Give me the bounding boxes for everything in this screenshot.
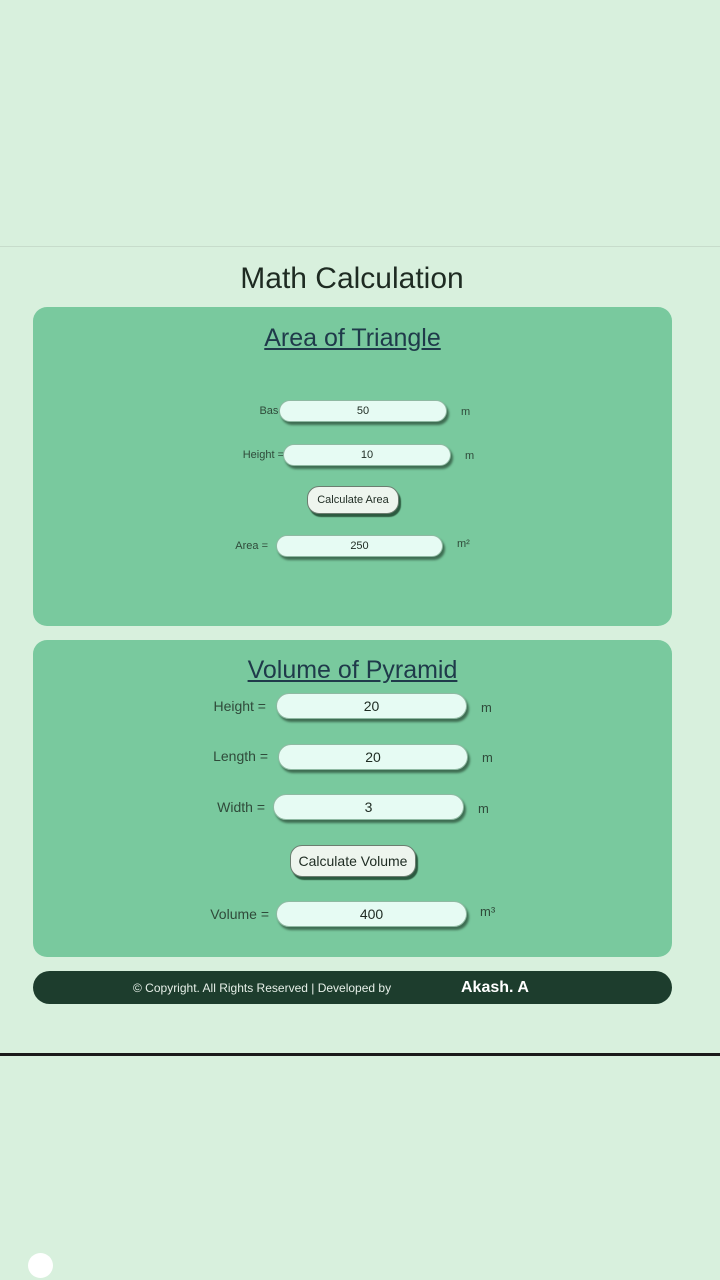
triangle-height-unit: m bbox=[465, 450, 475, 462]
length-input[interactable] bbox=[278, 744, 468, 770]
pyramid-card-title: Volume of Pyramid bbox=[247, 656, 458, 684]
pyramid-card: Volume of Pyramid Height = m Length = m … bbox=[33, 640, 672, 957]
width-label: Width = bbox=[217, 799, 265, 815]
footer-copyright-text: © Copyright. All Rights Reserved | Devel… bbox=[133, 981, 392, 995]
pyramid-height-unit: m bbox=[481, 700, 492, 715]
triangle-height-input[interactable] bbox=[283, 444, 451, 466]
width-input[interactable] bbox=[273, 794, 464, 820]
volume-label: Volume = bbox=[210, 906, 269, 922]
length-label: Length = bbox=[213, 748, 268, 764]
width-unit: m bbox=[478, 801, 489, 816]
page-title: Math Calculation bbox=[240, 262, 464, 295]
footer-bar: © Copyright. All Rights Reserved | Devel… bbox=[33, 971, 672, 1004]
footer-author-name: Akash. A bbox=[461, 979, 529, 996]
area-label: Area = bbox=[235, 540, 268, 552]
triangle-card: Area of Triangle Base = m Height = m Cal… bbox=[33, 307, 672, 626]
bottom-divider bbox=[0, 1053, 720, 1056]
length-unit: m bbox=[482, 750, 493, 765]
pyramid-height-input[interactable] bbox=[276, 693, 467, 719]
volume-unit: m³ bbox=[480, 904, 496, 919]
top-divider bbox=[0, 246, 720, 247]
base-unit: m bbox=[461, 406, 471, 418]
pyramid-height-label: Height = bbox=[213, 698, 266, 714]
calculate-volume-button[interactable]: Calculate Volume bbox=[290, 845, 416, 877]
calculate-area-button[interactable]: Calculate Area bbox=[307, 486, 399, 514]
triangle-height-label: Height = bbox=[242, 449, 284, 461]
triangle-card-title: Area of Triangle bbox=[264, 324, 441, 352]
area-output[interactable] bbox=[276, 535, 443, 557]
base-input[interactable] bbox=[279, 400, 447, 422]
volume-output[interactable] bbox=[276, 901, 467, 927]
area-unit: m² bbox=[457, 538, 470, 550]
floating-dot-button[interactable] bbox=[28, 1253, 53, 1278]
